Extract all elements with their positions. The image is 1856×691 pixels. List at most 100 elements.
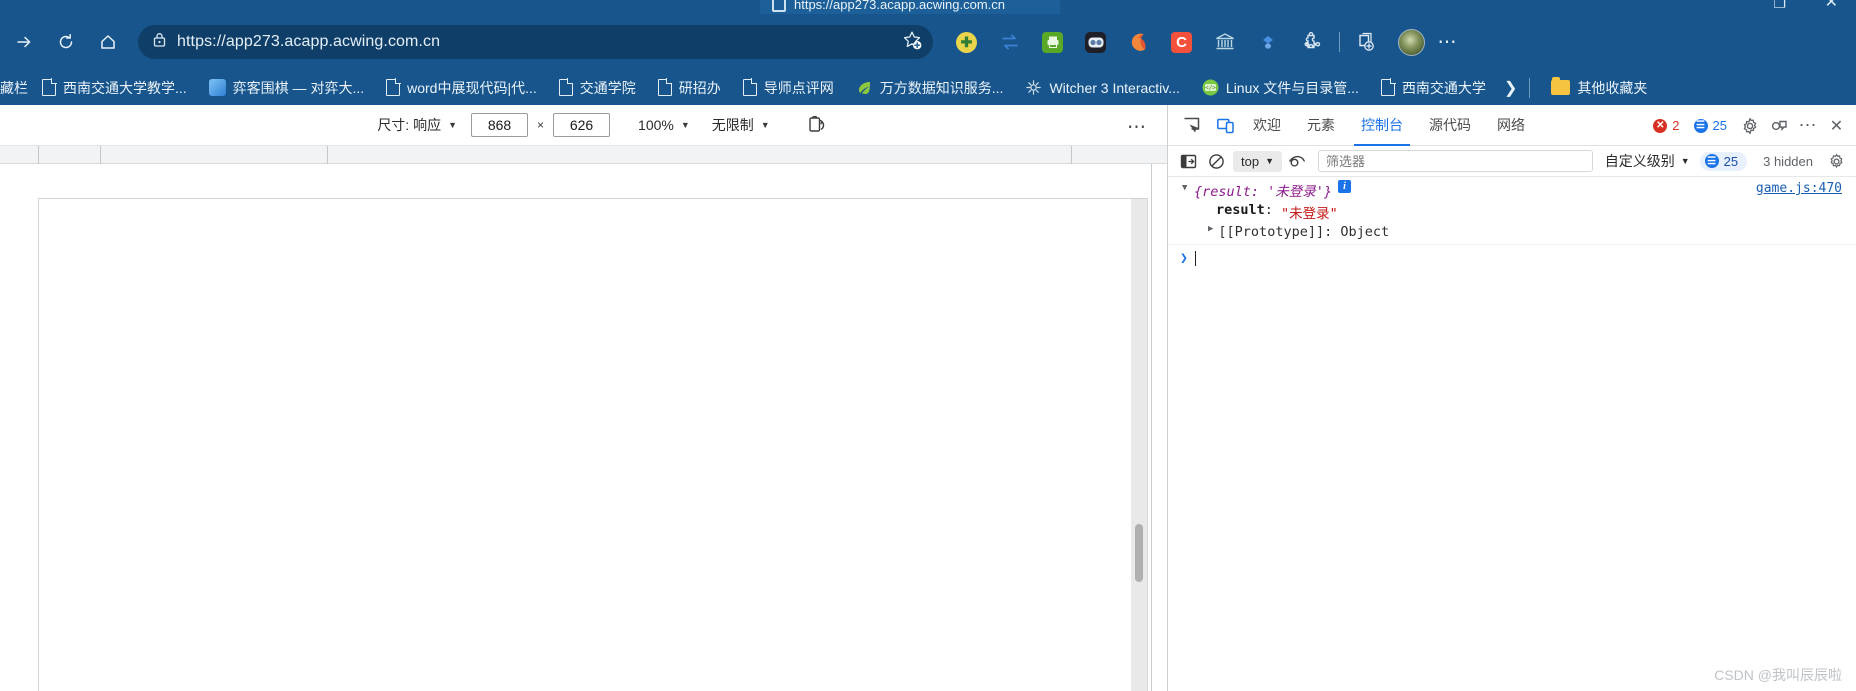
prompt-text-cursor[interactable] [1194, 251, 1196, 266]
console-source-link[interactable]: game.js:470 [1756, 181, 1842, 196]
extension-puzzle-icon[interactable] [1289, 24, 1332, 60]
console-object-preview: {result: '未登录'} [1194, 184, 1333, 200]
bookmark-other-folder[interactable]: 其他收藏夹 [1543, 75, 1655, 101]
bookmarks-overflow-chevron-icon[interactable]: ❯ [1504, 78, 1517, 98]
code-icon: </> [1202, 79, 1219, 96]
bookmark-item[interactable]: 导师点评网 [735, 75, 842, 101]
page-icon [386, 78, 401, 96]
console-property-name: result [1216, 202, 1265, 218]
info-icon[interactable]: i [1338, 180, 1352, 193]
console-context-selector[interactable]: top ▼ [1233, 150, 1282, 172]
profile-button[interactable] [1393, 24, 1429, 60]
page-icon [42, 78, 57, 96]
window-close-button[interactable]: ✕ [1825, 0, 1838, 11]
device-size-caret-icon[interactable]: ▼ [448, 120, 457, 130]
extension-bank-building-icon[interactable] [1203, 24, 1246, 60]
tab-console[interactable]: 控制台 [1348, 105, 1416, 146]
console-sidebar-icon[interactable] [1175, 148, 1201, 174]
bookmark-item[interactable]: </> Linux 文件与目录管... [1194, 75, 1367, 101]
bookmark-label: 西南交通大学教学... [63, 79, 187, 96]
error-count-badge[interactable]: ✕ 2 [1648, 116, 1686, 135]
bookmark-item[interactable]: 西南交通大学 [1373, 75, 1494, 101]
bookmark-item[interactable]: word中展现代码|代... [378, 75, 545, 101]
bookmark-label: word中展现代码|代... [407, 79, 537, 96]
console-count-value: 25 [1723, 153, 1739, 169]
live-expression-eye-icon[interactable] [1284, 148, 1310, 174]
expand-triangle-icon[interactable]: ▼ [1182, 183, 1187, 193]
devtools-more-icon[interactable]: ⋯ [1794, 112, 1821, 139]
console-message-row[interactable]: ▼ {result: '未登录'} i game.js:470 result: … [1168, 177, 1856, 245]
browser-more-icon[interactable]: ⋯ [1429, 24, 1465, 60]
message-icon: ☰ [1693, 118, 1708, 133]
zoom-label[interactable]: 100% [638, 117, 674, 133]
extension-orange-moon-icon[interactable] [1117, 24, 1160, 60]
bookmark-item[interactable]: 交通学院 [551, 75, 644, 101]
extension-red-c-icon[interactable]: C [1160, 24, 1203, 60]
viewport-width-input[interactable] [471, 113, 529, 137]
device-more-icon[interactable]: ⋯ [1127, 116, 1147, 139]
extension-swap-arrows-icon[interactable] [988, 24, 1031, 60]
extension-blue-diamond-icon[interactable] [1246, 24, 1289, 60]
console-output[interactable]: ▼ {result: '未登录'} i game.js:470 result: … [1168, 177, 1856, 691]
address-bar[interactable]: https://app273.acapp.acwing.com.cn [138, 25, 933, 59]
bookmark-item[interactable]: 研招办 [650, 75, 729, 101]
tab-elements[interactable]: 元素 [1294, 105, 1348, 146]
rotate-device-icon[interactable] [806, 114, 830, 136]
avatar [1397, 28, 1425, 56]
page-scrollbar-thumb[interactable] [1135, 524, 1143, 582]
expand-triangle-icon[interactable]: ▶ [1208, 224, 1213, 234]
console-hidden-label: 3 hidden [1763, 153, 1813, 169]
bookmark-label: 万方数据知识服务... [879, 79, 1004, 96]
message-count-badge[interactable]: ☰ 25 [1689, 116, 1734, 135]
tab-sources[interactable]: 源代码 [1416, 105, 1484, 146]
forward-button[interactable] [6, 24, 42, 60]
window-restore-button[interactable]: ❐ [1773, 0, 1786, 10]
console-count-badge[interactable]: ☰ 25 [1699, 151, 1748, 171]
console-filter-input[interactable] [1318, 150, 1593, 172]
close-icon[interactable]: ✕ [1823, 112, 1850, 139]
page-scrollbar[interactable] [1131, 199, 1147, 691]
extensions-strip: ✚ C [945, 24, 1332, 60]
navigation-toolbar: https://app273.acapp.acwing.com.cn ✚ C ⋯ [0, 14, 1856, 70]
page-viewport-area [0, 146, 1167, 691]
add-favorite-star-icon[interactable] [901, 29, 923, 56]
console-prompt[interactable]: ❯ [1168, 245, 1856, 266]
clear-console-icon[interactable] [1203, 148, 1229, 174]
extension-green-plus-icon[interactable]: ✚ [945, 24, 988, 60]
extension-green-printer-icon[interactable] [1031, 24, 1074, 60]
bookmark-item[interactable]: 万方数据知识服务... [848, 75, 1012, 101]
url-text: https://app273.acapp.acwing.com.cn [177, 33, 441, 50]
device-size-label[interactable]: 尺寸: 响应 [377, 115, 441, 135]
browser-tab[interactable]: https://app273.acapp.acwing.com.cn [760, 0, 1060, 14]
bookmarks-bar-clipped-label: 藏栏 [0, 79, 28, 96]
collections-add-icon[interactable] [1347, 24, 1383, 60]
viewport-height-input[interactable] [553, 113, 611, 137]
tab-network[interactable]: 网络 [1484, 105, 1538, 146]
bookmark-item[interactable]: 弈客围棋 — 对弈大... [201, 75, 372, 101]
gear-icon[interactable] [1736, 112, 1763, 139]
inspect-element-icon[interactable] [1176, 110, 1206, 140]
console-settings-gear-icon[interactable] [1823, 148, 1849, 174]
browser-chrome: https://app273.acapp.acwing.com.cn ❐ ✕ h… [0, 0, 1856, 105]
toggle-device-toolbar-icon[interactable] [1210, 110, 1240, 140]
rendered-page-frame[interactable] [38, 198, 1148, 691]
feedback-icon[interactable] [1765, 112, 1792, 139]
prompt-caret-icon: ❯ [1180, 251, 1188, 266]
home-button[interactable] [90, 24, 126, 60]
console-level-selector[interactable]: 自定义级别 ▼ [1605, 151, 1690, 171]
throttling-caret-icon[interactable]: ▼ [761, 120, 770, 130]
bookmark-item[interactable]: 西南交通大学教学... [34, 75, 195, 101]
tab-welcome[interactable]: 欢迎 [1240, 105, 1294, 146]
lock-icon [152, 31, 167, 53]
page-icon [742, 78, 758, 96]
reload-button[interactable] [48, 24, 84, 60]
console-prototype-line: [[Prototype]]: Object [1218, 224, 1390, 240]
page-icon [558, 78, 574, 96]
zoom-caret-icon[interactable]: ▼ [681, 120, 690, 130]
wanfang-leaf-icon [856, 79, 873, 96]
viewport-ruler[interactable] [0, 146, 1167, 164]
throttling-label[interactable]: 无限制 [712, 115, 754, 135]
bookmark-item[interactable]: Witcher 3 Interactiv... [1017, 76, 1187, 99]
extension-dark-goggles-icon[interactable] [1074, 24, 1117, 60]
page-icon [1380, 78, 1396, 96]
